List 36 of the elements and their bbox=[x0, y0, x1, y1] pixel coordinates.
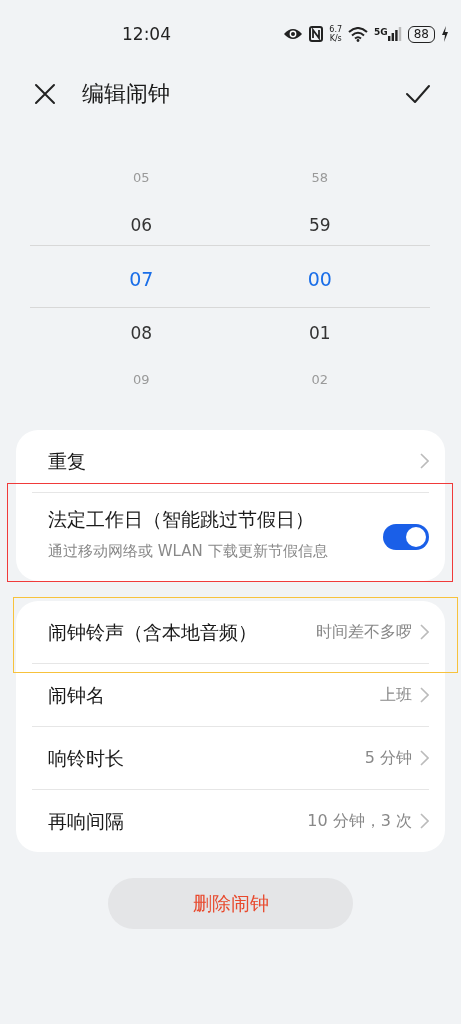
setting-value: 10 分钟，3 次 bbox=[307, 810, 412, 832]
picker-value[interactable]: 06 bbox=[130, 198, 153, 252]
chevron-right-icon[interactable] bbox=[420, 624, 429, 640]
setting-label: 法定工作日（智能跳过节假日） bbox=[48, 507, 315, 532]
nfc-icon bbox=[309, 26, 324, 42]
setting-label[interactable]: 再响间隔 bbox=[48, 791, 124, 851]
network-type: 5G bbox=[374, 27, 388, 37]
speed-unit: K/s bbox=[329, 34, 342, 43]
status-time: 12:04 bbox=[122, 24, 171, 44]
chevron-right-icon[interactable] bbox=[420, 453, 429, 469]
signal-icon bbox=[387, 27, 402, 41]
setting-label[interactable]: 重复 bbox=[48, 431, 86, 491]
confirm-check-icon[interactable] bbox=[405, 84, 431, 104]
toggle-switch[interactable] bbox=[383, 524, 429, 550]
picker-value[interactable]: 01 bbox=[308, 306, 331, 360]
setting-value: 时间差不多啰 bbox=[316, 621, 412, 643]
charging-icon bbox=[441, 26, 449, 42]
chevron-right-icon[interactable] bbox=[420, 687, 429, 703]
battery-level: 88 bbox=[407, 25, 435, 43]
close-icon[interactable] bbox=[34, 83, 56, 105]
setting-value: 上班 bbox=[380, 684, 412, 706]
setting-label[interactable]: 响铃时长 bbox=[48, 728, 124, 788]
picker-value[interactable]: 07 bbox=[129, 252, 154, 306]
setting-value: 5 分钟 bbox=[364, 747, 412, 769]
eye-icon bbox=[283, 27, 304, 41]
picker-value[interactable]: 59 bbox=[308, 198, 331, 252]
speed-value: 6.7 bbox=[329, 25, 343, 34]
picker-value[interactable]: 08 bbox=[130, 306, 153, 360]
setting-label[interactable]: 闹钟名 bbox=[48, 665, 105, 725]
page-title: 编辑闹钟 bbox=[82, 80, 170, 108]
picker-value[interactable]: 00 bbox=[307, 252, 332, 306]
chevron-right-icon[interactable] bbox=[420, 813, 429, 829]
setting-label[interactable]: 闹钟铃声（含本地音频） bbox=[48, 602, 257, 662]
setting-description: 通过移动网络或 WLAN 下载更新节假信息 bbox=[48, 541, 328, 562]
chevron-right-icon[interactable] bbox=[420, 750, 429, 766]
wifi-icon bbox=[348, 26, 369, 42]
